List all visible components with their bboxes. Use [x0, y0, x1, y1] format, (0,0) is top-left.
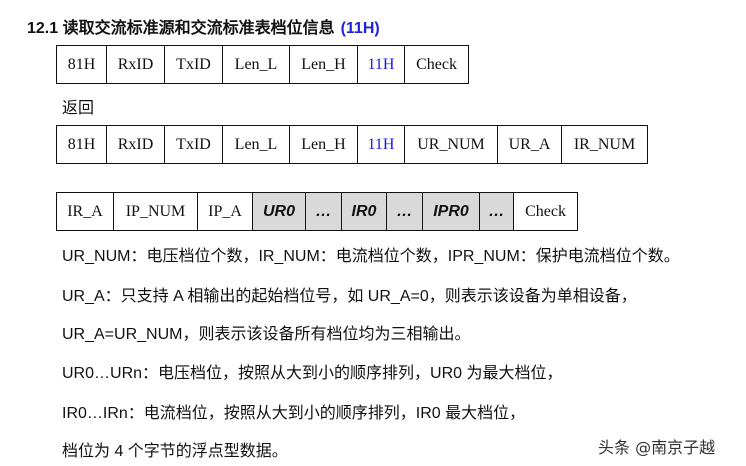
title-text: 12.1 读取交流标准源和交流标准表档位信息: [27, 20, 335, 37]
response-frame-table-2: IR_A IP_NUM IP_A UR0 … IR0 … IPR0 … Chec…: [56, 192, 578, 231]
cell: 11H: [357, 125, 405, 164]
cell: …: [479, 192, 514, 231]
description-line: UR_A：只支持 A 相输出的起始档位号，如 UR_A=0，则表示该设备为单相设…: [62, 288, 637, 305]
cell: Len_L: [222, 125, 290, 164]
cell: 81H: [56, 45, 107, 84]
cell: TxID: [164, 125, 223, 164]
cell: Len_H: [289, 45, 358, 84]
cell: RxID: [106, 125, 165, 164]
cell: …: [386, 192, 423, 231]
cell: 81H: [56, 125, 107, 164]
cell: Check: [513, 192, 578, 231]
cell: UR_NUM: [404, 125, 498, 164]
description-line: UR_A=UR_NUM，则表示该设备所有档位均为三相输出。: [62, 326, 471, 343]
description-line: UR0…URn：电压档位，按照从大到小的顺序排列，UR0 为最大档位，: [62, 365, 563, 382]
cell: RxID: [106, 45, 165, 84]
cell: IPR0: [422, 192, 480, 231]
cell: IP_A: [197, 192, 253, 231]
cell: Check: [404, 45, 469, 84]
cell: 11H: [357, 45, 405, 84]
return-label: 返回: [62, 98, 95, 117]
cell: UR_A: [497, 125, 562, 164]
cell: TxID: [164, 45, 223, 84]
cell: Len_H: [289, 125, 358, 164]
response-frame-table-1: 81H RxID TxID Len_L Len_H 11H UR_NUM UR_…: [56, 125, 648, 164]
cell: IR_NUM: [561, 125, 648, 164]
cell: UR0: [252, 192, 306, 231]
watermark: 头条 @南京子越: [598, 438, 716, 457]
description-line: 档位为 4 个字节的浮点型数据。: [62, 443, 288, 460]
description-line: IR0…IRn：电流档位，按照从大到小的顺序排列，IR0 最大档位，: [62, 405, 526, 422]
cell: IR0: [341, 192, 387, 231]
section-title: 12.1 读取交流标准源和交流标准表档位信息 (11H): [27, 14, 380, 38]
command-code: (11H): [340, 20, 380, 37]
cell: IR_A: [56, 192, 114, 231]
description-line: UR_NUM：电压档位个数，IR_NUM：电流档位个数，IPR_NUM：保护电流…: [62, 248, 680, 265]
request-frame-table: 81H RxID TxID Len_L Len_H 11H Check: [56, 45, 469, 84]
cell: …: [305, 192, 342, 231]
cell: Len_L: [222, 45, 290, 84]
cell: IP_NUM: [113, 192, 198, 231]
